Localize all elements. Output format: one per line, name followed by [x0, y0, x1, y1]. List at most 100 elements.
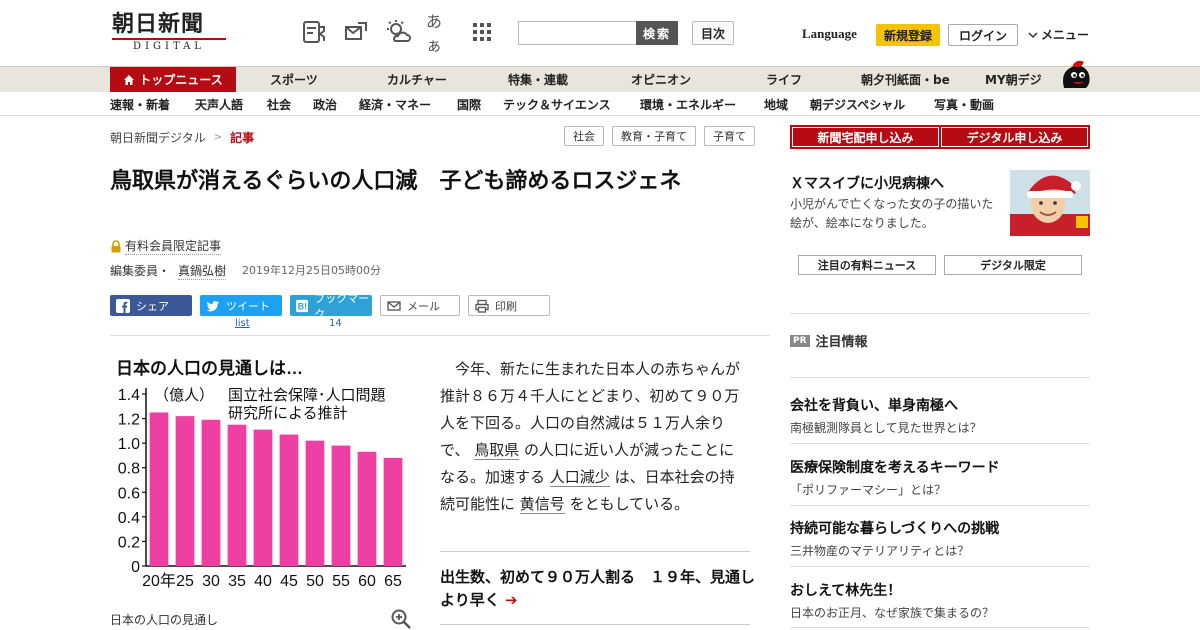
chart-x-tick-label: 50	[306, 573, 324, 590]
hatena-bookmark-button[interactable]: B! ブックマーク	[290, 292, 372, 321]
nav2-tenseijingo[interactable]: 天声人語	[195, 96, 243, 113]
register-button[interactable]: 新規登録	[876, 24, 940, 46]
print-button[interactable]: 印刷	[468, 295, 550, 316]
chart-x-tick-label: 35	[228, 573, 246, 590]
tab-featured-paid-news[interactable]: 注目の有料ニュース	[798, 255, 936, 275]
chart-bar	[149, 412, 169, 566]
nav-features[interactable]: 特集・連載	[508, 67, 568, 92]
nav2-politics[interactable]: 政治	[313, 96, 337, 113]
pr-item[interactable]: 医療保険制度を考えるキーワード 「ポリファーマシー」とは？	[790, 457, 1090, 498]
facebook-share-button[interactable]: シェア	[110, 295, 192, 316]
nav2-economy[interactable]: 経済・マネー	[359, 96, 431, 113]
login-button[interactable]: ログイン	[948, 24, 1018, 46]
toc-button[interactable]: 目次	[692, 21, 734, 45]
pr-item-description: 「ポリファーマシー」とは？	[790, 483, 947, 497]
nav-opinion[interactable]: オピニオン	[631, 67, 691, 92]
divider	[110, 335, 770, 336]
author-role: 編集委員・	[110, 264, 171, 278]
nav2-special[interactable]: 朝デジスペシャル	[810, 96, 905, 113]
pr-item-title: 医療保険制度を考えるキーワード	[790, 460, 1000, 476]
pr-item[interactable]: おしえて林先生！ 日本のお正月、なぜ家族で集まるの？	[790, 580, 1090, 621]
nav-culture[interactable]: カルチャー	[387, 67, 447, 92]
zoom-in-icon[interactable]	[390, 608, 412, 630]
site-logo[interactable]: 朝日新聞 DIGITAL	[112, 12, 228, 52]
keyword-link-population[interactable]: 人口減少	[549, 468, 610, 487]
article-body: 今年、新たに生まれた日本人の赤ちゃんが推計８６万４千人にとどまり、初めて９０万人…	[440, 356, 746, 518]
author-name[interactable]: 真鍋弘樹	[178, 262, 227, 280]
pr-badge: PR	[790, 334, 810, 347]
nav2-breaking[interactable]: 速報・新着	[110, 96, 170, 113]
chart-y-tick-label: 1.4	[118, 387, 140, 404]
keyword-link-tottori[interactable]: 鳥取県	[474, 441, 520, 460]
nav-life[interactable]: ライフ	[766, 67, 802, 92]
mail-share-label: メール	[407, 299, 440, 313]
related-article-link[interactable]: 出生数、初めて９０万人割る １９年、見通しより早く ➔	[440, 566, 760, 612]
publish-date: 2019年12月25日05時00分	[242, 264, 382, 277]
twitter-share-label: ツイート	[226, 299, 270, 313]
chart-bar	[227, 424, 247, 566]
tag-parenting[interactable]: 子育て	[704, 126, 755, 146]
nav-sports[interactable]: スポーツ	[270, 67, 318, 92]
byline: 編集委員・ 真鍋弘樹 2019年12月25日05時00分	[110, 262, 381, 280]
divider	[790, 627, 1090, 628]
chart-bar	[357, 451, 377, 566]
printer-icon	[475, 299, 489, 313]
chart-title: 日本の人口の見通しは…	[116, 358, 303, 378]
mascot-icon[interactable]	[1058, 58, 1092, 92]
breadcrumb-root[interactable]: 朝日新聞デジタル	[110, 129, 206, 146]
font-size-icon[interactable]: あぁ	[426, 12, 454, 55]
chart-y-tick-label: 1.0	[118, 436, 140, 453]
tab-digital-exclusive[interactable]: デジタル限定	[944, 255, 1082, 275]
keyword-link-yellow-signal[interactable]: 黄信号	[519, 495, 565, 514]
nav-my-asadigi[interactable]: MY朝デジ	[985, 67, 1042, 92]
sidebar-tabs: 注目の有料ニュース デジタル限定	[798, 255, 1082, 275]
newspaper-icon[interactable]	[300, 18, 328, 46]
nav-paper[interactable]: 朝夕刊紙面・be	[861, 67, 950, 92]
pr-item-description: 日本のお正月、なぜ家族で集まるの？	[790, 606, 995, 620]
search-input[interactable]	[518, 21, 636, 45]
pr-item[interactable]: 会社を背負い、単身南極へ 南極観測隊員として見た世界とは？	[790, 395, 1090, 436]
search-button[interactable]: 検索	[636, 21, 678, 45]
promo-photo-child-santa[interactable]	[1010, 170, 1090, 236]
chart-bar	[201, 419, 221, 566]
nav2-society[interactable]: 社会	[267, 96, 291, 113]
twitter-share-button[interactable]: ツイート	[200, 295, 282, 316]
nav2-environment[interactable]: 環境・エネルギー	[640, 96, 736, 113]
nav2-region[interactable]: 地域	[764, 96, 788, 113]
digital-subscribe-button[interactable]: デジタル申し込み	[941, 127, 1088, 147]
chart-x-tick-label: 65	[384, 573, 402, 590]
chart-bar	[253, 429, 273, 566]
promo-description[interactable]: 小児がんで亡くなった女の子の描いた絵が、絵本になりました。	[790, 195, 1004, 233]
weather-icon[interactable]	[384, 18, 412, 46]
chart-x-tick-label: 20年	[142, 572, 176, 590]
tag-society[interactable]: 社会	[564, 126, 604, 146]
mail-share-button[interactable]: メール	[380, 295, 460, 316]
nav2-tech[interactable]: テック＆サイエンス	[503, 96, 611, 113]
tag-education[interactable]: 教育・子育て	[612, 126, 696, 146]
promo-title[interactable]: Ｘマスイブに小児病棟へ	[790, 173, 944, 193]
twitter-bird-icon	[206, 300, 219, 311]
chart-annotation-line2: 研究所による推計	[228, 405, 348, 422]
language-link[interactable]: Language	[802, 26, 857, 42]
menu-button[interactable]: メニュー	[1028, 26, 1089, 43]
newspaper-subscribe-button[interactable]: 新聞宅配申し込み	[792, 127, 939, 147]
paid-label[interactable]: 有料会員限定記事	[125, 237, 222, 255]
hatena-count[interactable]: 14	[329, 318, 342, 329]
hatena-icon: B!	[296, 299, 309, 312]
header-icons: あぁ	[300, 12, 496, 55]
nav2-international[interactable]: 国際	[457, 96, 481, 113]
nav-top-news[interactable]: トップニュース	[110, 67, 236, 92]
population-bar-chart[interactable]: 日本の人口の見通しは… （億人） 国立社会保障･人口問題研究所による推計 0 0.2 0.…	[110, 352, 420, 600]
nav2-photo[interactable]: 写真・動画	[934, 96, 994, 113]
chart-x-tick-label: 45	[280, 573, 298, 590]
share-bar: シェア ツイート B! ブックマーク メール 印刷	[110, 292, 550, 321]
grid-icon[interactable]	[468, 18, 496, 46]
message-icon[interactable]	[342, 18, 370, 46]
related-article-title: 出生数、初めて９０万人割る １９年、見通しより早く	[440, 568, 756, 609]
divider	[440, 551, 750, 552]
chart-bar	[383, 457, 403, 566]
chart-y-tick-label: 0.2	[118, 534, 140, 551]
pr-item[interactable]: 持続可能な暮らしづくりへの挑戦 三井物産のマテリアリティとは？	[790, 518, 1090, 559]
twitter-list-link[interactable]: list	[235, 318, 250, 329]
facebook-share-label: シェア	[136, 299, 169, 313]
